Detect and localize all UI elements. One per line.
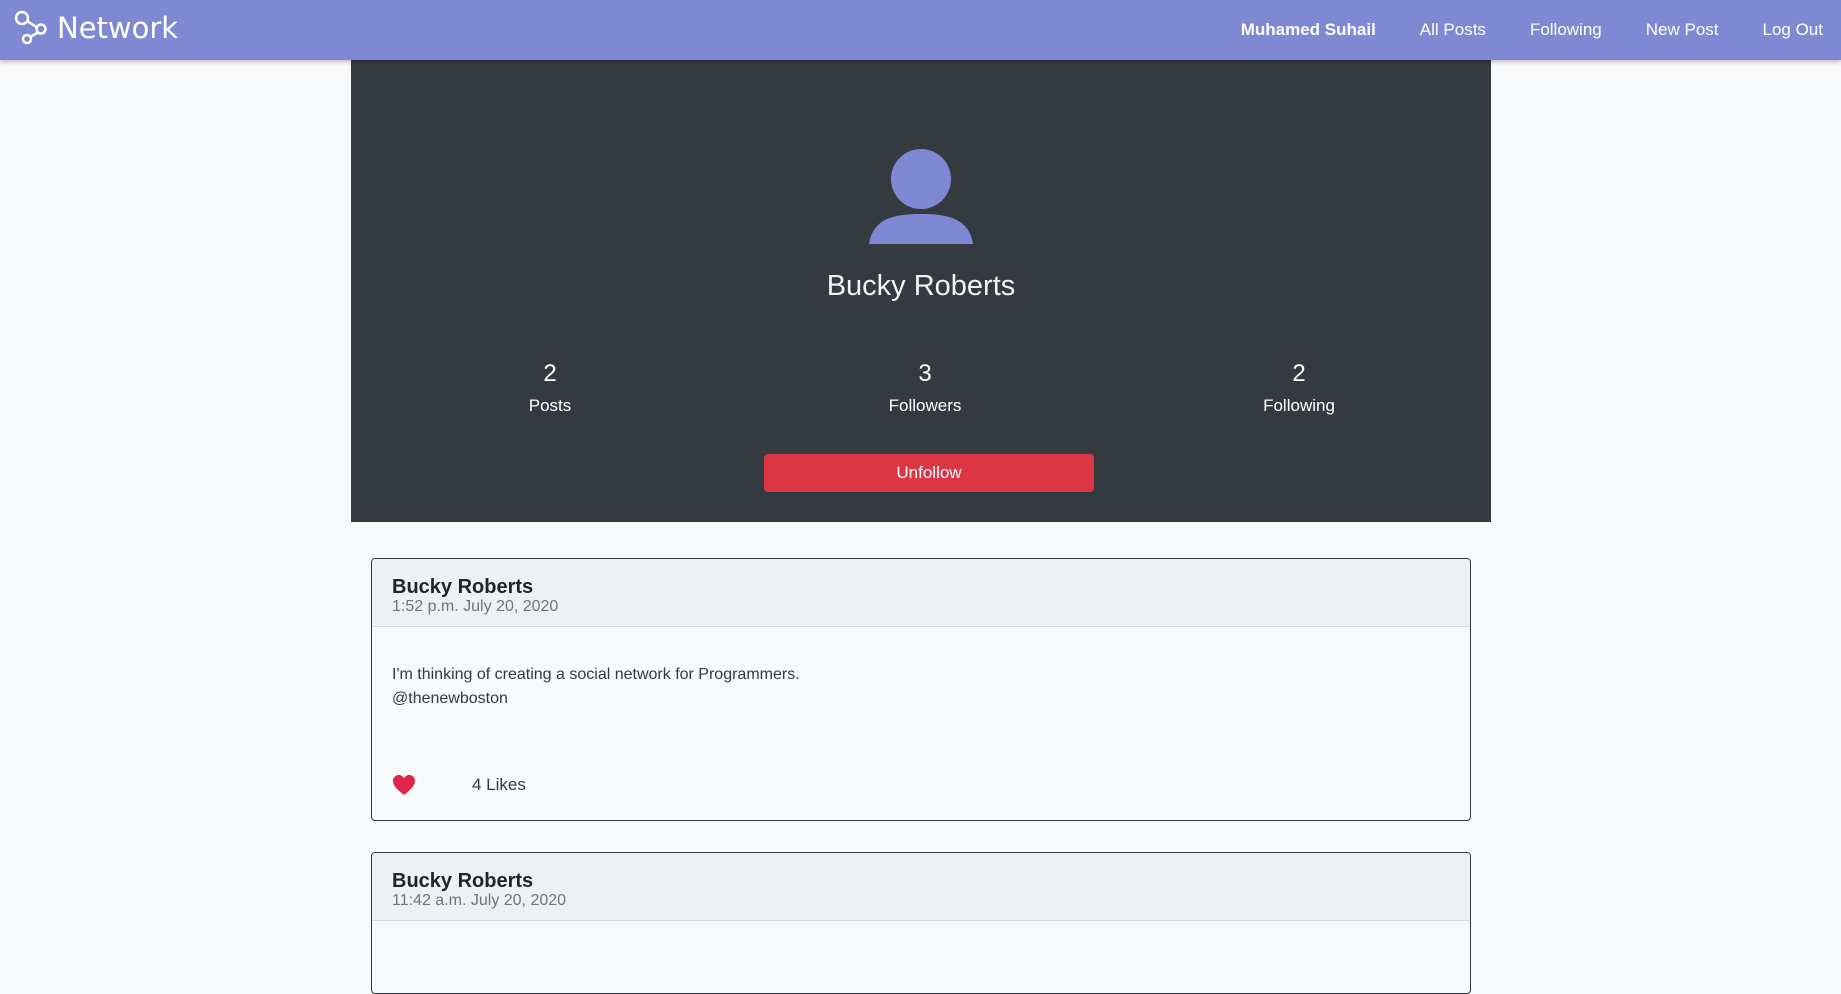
post-header: Bucky Roberts 11:42 a.m. July 20, 2020 <box>372 853 1470 921</box>
nav-following-link[interactable]: Following <box>1530 20 1602 40</box>
post-author[interactable]: Bucky Roberts <box>392 559 1450 598</box>
profile-name: Bucky Roberts <box>826 270 1016 302</box>
brand-name: Network <box>57 10 179 45</box>
stat-posts-label: Posts <box>528 396 572 415</box>
unfollow-button[interactable]: Unfollow <box>764 454 1094 492</box>
brand-link[interactable]: Network <box>14 10 178 45</box>
stat-followers-count: 3 <box>918 360 932 387</box>
nav-all-posts-link[interactable]: All Posts <box>1420 20 1486 40</box>
post-content: I'm thinking of creating a social networ… <box>372 627 1470 711</box>
post-author[interactable]: Bucky Roberts <box>392 853 1450 892</box>
stat-following-label: Following <box>1263 396 1335 415</box>
likes-count: 4 Likes <box>472 775 526 794</box>
post-footer: 4 Likes <box>392 774 526 796</box>
nav-log-out-link[interactable]: Log Out <box>1763 20 1824 40</box>
post-header: Bucky Roberts 1:52 p.m. July 20, 2020 <box>372 559 1470 627</box>
post-timestamp: 11:42 a.m. July 20, 2020 <box>392 892 567 909</box>
post-card: Bucky Roberts 11:42 a.m. July 20, 2020 <box>371 852 1471 994</box>
post-timestamp: 1:52 p.m. July 20, 2020 <box>392 598 559 615</box>
stat-following-count: 2 <box>1292 360 1306 387</box>
navbar: Network Muhamed Suhail All Posts Followi… <box>0 0 1841 60</box>
stat-followers: 3 Followers <box>825 358 1025 416</box>
user-avatar-icon <box>869 149 973 244</box>
nav-new-post-link[interactable]: New Post <box>1646 20 1719 40</box>
nav-links: Muhamed Suhail All Posts Following New P… <box>1219 0 1841 60</box>
heart-icon[interactable] <box>392 774 416 796</box>
network-icon <box>14 10 47 45</box>
profile-card: Bucky Roberts 2 Posts 3 Followers 2 Foll… <box>351 60 1491 522</box>
post-text-line: @thenewboston <box>392 690 508 707</box>
stat-posts-count: 2 <box>543 360 557 387</box>
stat-followers-label: Followers <box>888 396 962 415</box>
stat-posts: 2 Posts <box>450 358 650 416</box>
nav-user-profile-link[interactable]: Muhamed Suhail <box>1241 20 1376 40</box>
post-text-line: I'm thinking of creating a social networ… <box>392 666 800 683</box>
stat-following: 2 Following <box>1199 358 1399 416</box>
post-card: Bucky Roberts 1:52 p.m. July 20, 2020 I'… <box>371 558 1471 821</box>
